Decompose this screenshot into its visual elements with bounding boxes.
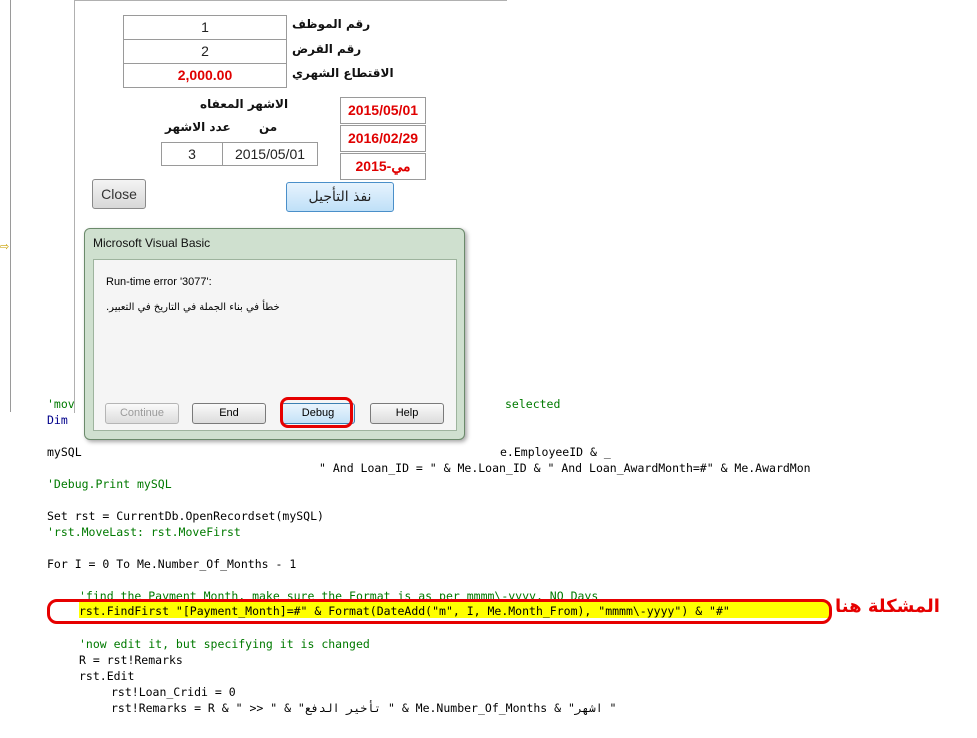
debug-button-annotation xyxy=(280,397,353,428)
employee-id-label: رقم الموظف xyxy=(292,17,371,31)
code-line-12: R = rst!Remarks xyxy=(79,653,183,667)
code-line-14: rst!Loan_Cridi = 0 xyxy=(111,685,236,699)
dialog-title: Microsoft Visual Basic xyxy=(93,236,211,250)
date-field-2[interactable]: 2016/02/29 xyxy=(340,125,426,152)
code-line-8: For I = 0 To Me.Number_Of_Months - 1 xyxy=(47,557,297,571)
code-line-7: 'rst.MoveLast: rst.MoveFirst xyxy=(47,525,241,539)
monthly-deduction-field[interactable]: 2,000.00 xyxy=(123,63,287,88)
code-line-1-end: selected xyxy=(505,397,561,411)
monthly-deduction-label: الاقتطاع الشهري xyxy=(292,66,394,80)
code-line-11: 'now edit it, but specifying it is chang… xyxy=(79,637,370,651)
dialog-body: Run-time error '3077': خطأ في بناء الجمل… xyxy=(93,259,457,431)
months-count-value: 3 xyxy=(188,146,196,162)
code-line-2: Dim xyxy=(47,413,68,427)
employee-id-field[interactable]: 1 xyxy=(123,15,287,40)
end-button[interactable]: End xyxy=(192,403,266,424)
help-button[interactable]: Help xyxy=(370,403,444,424)
code-line-13: rst.Edit xyxy=(79,669,135,683)
execution-arrow-icon: ⇨ xyxy=(0,240,10,253)
employee-id-value: 1 xyxy=(201,19,209,35)
months-count-label: عدد الاشهر xyxy=(165,120,231,134)
code-line-3-start: mySQL xyxy=(47,445,82,459)
code-line-1-start: 'mov xyxy=(47,397,75,411)
code-editor-gutter xyxy=(0,0,11,412)
monthly-deduction-value: 2,000.00 xyxy=(177,67,233,83)
date-value-3: مي-2015 xyxy=(355,158,411,174)
vb-error-dialog: Microsoft Visual Basic Run-time error '3… xyxy=(84,228,465,440)
exempt-months-label: الاشهر المعفاه xyxy=(200,97,289,111)
date-field-1[interactable]: 2015/05/01 xyxy=(340,97,426,124)
code-line-15: rst!Remarks = R & " >> " & "تأخير الدفع … xyxy=(111,701,617,715)
code-line-6: Set rst = CurrentDb.OpenRecordset(mySQL) xyxy=(47,509,324,523)
error-code-text: Run-time error '3077': xyxy=(106,276,212,288)
close-button[interactable]: Close xyxy=(92,179,146,209)
from-date-value: 2015/05/01 xyxy=(234,146,306,162)
execute-postpone-button[interactable]: نفذ التأجيل xyxy=(286,182,394,212)
from-date-field[interactable]: 2015/05/01 xyxy=(222,142,318,166)
code-line-4: " And Loan_ID = " & Me.Loan_ID & " And L… xyxy=(319,461,811,475)
months-count-field[interactable]: 3 xyxy=(161,142,223,166)
date-field-3[interactable]: مي-2015 xyxy=(340,153,426,180)
error-message-text: خطأ في بناء الجملة في التاريخ في التعبير… xyxy=(106,302,280,313)
continue-button[interactable]: Continue xyxy=(105,403,179,424)
code-line-5: 'Debug.Print mySQL xyxy=(47,477,172,491)
problem-annotation-label: المشكلة هنا xyxy=(835,596,940,617)
loan-id-field[interactable]: 2 xyxy=(123,39,287,64)
loan-id-value: 2 xyxy=(201,43,209,59)
code-line-3-end: e.EmployeeID & _ xyxy=(500,445,611,459)
from-label: من xyxy=(259,120,278,134)
loan-id-label: رقم القرض xyxy=(292,42,362,56)
problem-annotation-oval xyxy=(47,599,832,624)
date-value-1: 2015/05/01 xyxy=(347,102,419,118)
date-value-2: 2016/02/29 xyxy=(347,130,419,146)
